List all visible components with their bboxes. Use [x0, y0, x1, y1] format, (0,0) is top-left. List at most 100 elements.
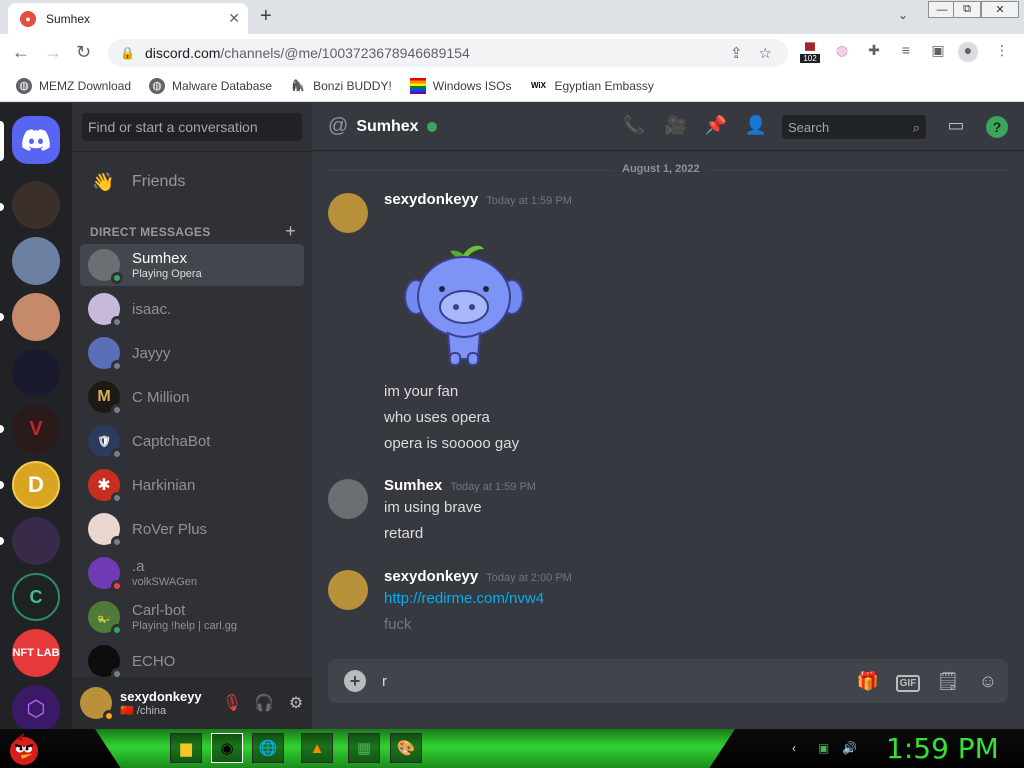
trans-flag-extension-icon[interactable]: ◍	[832, 42, 852, 62]
vlc-taskbar-icon[interactable]: ▲	[301, 733, 333, 763]
message-text: who uses opera	[384, 409, 490, 426]
create-dm-icon[interactable]: +	[285, 221, 296, 242]
forward-icon[interactable]: →	[44, 42, 62, 62]
angry-bird-start-icon[interactable]	[6, 731, 42, 767]
bookmark-malware-database[interactable]: ◍ Malware Database	[149, 77, 272, 94]
file-explorer-taskbar-icon[interactable]: ▆	[170, 733, 202, 763]
server-icon-6[interactable]: ⬡	[12, 685, 60, 733]
address-bar[interactable]: 🔒 discord.com/channels/@me/1003723678946…	[108, 39, 788, 67]
unread-indicator	[0, 537, 4, 545]
message-link[interactable]: http://redirme.com/nvw4	[384, 590, 544, 607]
message-author[interactable]: sexydonkeyy	[384, 191, 478, 208]
media-control-icon[interactable]: ≡	[896, 42, 916, 62]
dm-search-input[interactable]: Find or start a conversation	[82, 113, 302, 141]
dnd-status-icon	[111, 580, 123, 592]
help-icon[interactable]: ?	[986, 116, 1008, 138]
extensions-puzzle-icon[interactable]: ✚	[864, 42, 884, 62]
side-panel-icon[interactable]: ▣	[928, 42, 948, 62]
avatar[interactable]	[328, 479, 368, 519]
tab-close-icon[interactable]: ✕	[228, 10, 240, 27]
bookmark-windows-isos[interactable]: Windows ISOs	[409, 77, 511, 94]
chrome-taskbar-icon[interactable]: ◉	[211, 733, 243, 763]
server-icon-c[interactable]: C	[12, 573, 60, 621]
avatar	[88, 557, 123, 592]
wumpus-sticker	[404, 245, 524, 366]
server-icon-4[interactable]	[12, 349, 60, 397]
valorant-server-icon[interactable]: V	[12, 405, 60, 453]
avatar: M	[88, 381, 123, 416]
dm-item-a[interactable]: .a volkSWAGen	[80, 552, 304, 594]
server-icon-2[interactable]	[12, 237, 60, 285]
dm-item-isaac[interactable]: isaac.	[80, 288, 304, 330]
dm-item-carl-bot[interactable]: 🐢 Carl-bot Playing !help | carl.gg	[80, 596, 304, 638]
server-icon-3[interactable]	[12, 293, 60, 341]
profile-avatar-icon[interactable]: ●	[958, 42, 978, 62]
close-window-button[interactable]: ✕	[981, 1, 1019, 18]
dm-item-jayyy[interactable]: Jayyy	[80, 332, 304, 374]
dm-item-c-million[interactable]: M C Million	[80, 376, 304, 418]
message-input[interactable]: r	[382, 673, 848, 690]
app-taskbar-icon[interactable]: 🌐	[252, 733, 284, 763]
bookmark-bonzi-buddy[interactable]: 🦍 Bonzi BUDDY!	[290, 78, 392, 94]
video-call-icon[interactable]: 🎥	[664, 115, 688, 136]
message-author[interactable]: Sumhex	[384, 477, 442, 494]
paint-taskbar-icon[interactable]: 🎨	[390, 733, 422, 763]
bookmark-star-icon[interactable]: ☆	[759, 44, 772, 62]
avatar[interactable]	[328, 193, 368, 233]
settings-gear-icon[interactable]: ⚙	[280, 693, 312, 713]
friends-nav-item[interactable]: 👋 Friends	[80, 163, 304, 201]
browser-tab[interactable]: ● Sumhex ✕	[8, 3, 248, 34]
online-status-icon	[111, 272, 123, 284]
add-friend-to-dm-icon[interactable]: 👤	[744, 115, 768, 136]
extension-badge-icon[interactable]: ▀ 102	[800, 42, 820, 63]
china-flag-icon: 🇨🇳	[120, 705, 134, 717]
dm-item-echo[interactable]: ECHO	[80, 640, 304, 682]
dm-item-harkinian[interactable]: ✱ Harkinian	[80, 464, 304, 506]
selected-indicator	[0, 121, 4, 161]
message-group: Sumhex Today at 1:59 PM im using brave re…	[328, 477, 988, 547]
user-avatar[interactable]	[80, 687, 115, 722]
upload-plus-icon[interactable]: +	[344, 670, 366, 692]
share-icon[interactable]: ⇪	[730, 44, 743, 62]
bookmark-memz-download[interactable]: ◍ MEMZ Download	[16, 77, 131, 94]
avatar[interactable]	[328, 570, 368, 610]
network-icon[interactable]: ▣	[818, 741, 829, 755]
gif-picker-button[interactable]: GIF	[888, 670, 928, 692]
new-tab-button[interactable]: +	[260, 6, 272, 26]
back-icon[interactable]: ←	[12, 42, 30, 62]
user-custom-status: 🇨🇳 /china	[120, 705, 167, 717]
tab-search-icon[interactable]: ⌄	[898, 8, 908, 22]
app-taskbar-icon[interactable]: ▦	[348, 733, 380, 763]
voice-call-icon[interactable]: 📞	[622, 115, 646, 136]
dm-item-rover-plus[interactable]: RoVer Plus	[80, 508, 304, 550]
mute-mic-icon[interactable]: 🎙	[216, 693, 248, 713]
bookmark-egyptian-embassy[interactable]: WiX Egyptian Embassy	[529, 78, 654, 94]
taskbar-clock[interactable]: 1:59 PM	[886, 732, 999, 765]
header-search-input[interactable]: Search ⌕	[782, 115, 926, 139]
user-panel: sexydonkeyy 🇨🇳 /china 🎙 🎧 ⚙	[72, 677, 312, 729]
online-status-icon	[111, 624, 123, 636]
tray-chevron-icon[interactable]: ‹	[792, 741, 796, 755]
server-icon-d[interactable]: D	[12, 461, 60, 509]
discord-home-button[interactable]	[12, 116, 60, 164]
offline-status-icon	[111, 448, 123, 460]
gift-icon[interactable]: 🎁	[848, 671, 888, 692]
server-icon-5[interactable]	[12, 517, 60, 565]
dm-item-sumhex[interactable]: Sumhex Playing Opera	[80, 244, 304, 286]
browser-menu-icon[interactable]: ⋮	[992, 42, 1012, 62]
emoji-picker-icon[interactable]: ☺	[968, 671, 1008, 692]
offline-status-icon	[111, 536, 123, 548]
sticker-icon[interactable]: 🗒	[928, 671, 968, 692]
volume-icon[interactable]: 🔊	[842, 741, 857, 755]
headphones-icon[interactable]: 🎧	[248, 693, 280, 713]
dm-item-captchabot[interactable]: 🛡 CaptchaBot	[80, 420, 304, 462]
inbox-icon[interactable]: ▭	[944, 115, 968, 136]
minimize-button[interactable]: —	[928, 1, 956, 18]
date-divider: August 1, 2022	[612, 163, 710, 175]
reload-icon[interactable]: ↻	[76, 42, 91, 62]
pinned-messages-icon[interactable]: 📌	[704, 115, 728, 136]
nft-lab-server-icon[interactable]: NFT LAB	[12, 629, 60, 677]
restore-button[interactable]: ⧉	[953, 1, 981, 18]
server-icon-1[interactable]	[12, 181, 60, 229]
message-author[interactable]: sexydonkeyy	[384, 568, 478, 585]
